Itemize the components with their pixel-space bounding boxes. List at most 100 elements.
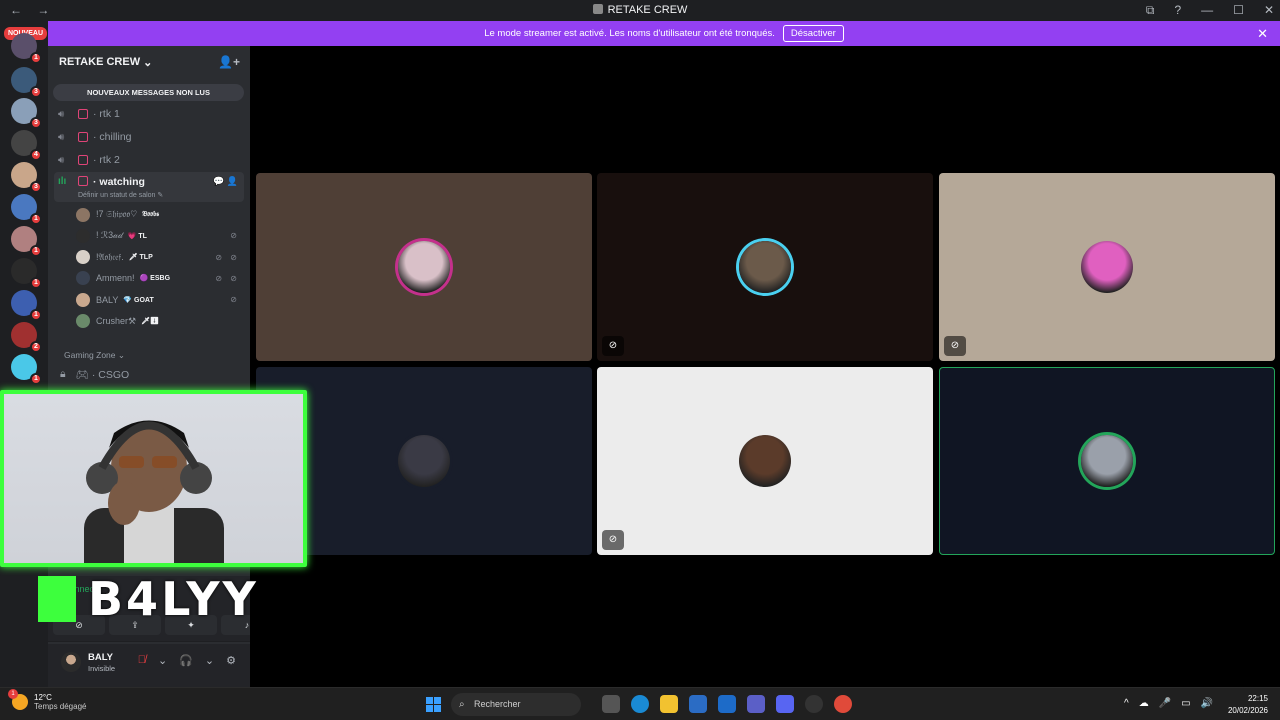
start-button[interactable]	[426, 697, 441, 712]
server-icon[interactable]: 1	[11, 258, 42, 289]
gear-icon[interactable]: ⚙	[226, 654, 236, 667]
channel-status[interactable]: Définir un statut de salon ✎	[78, 191, 163, 199]
server-icon[interactable]: 1	[11, 194, 42, 225]
participant-avatar	[1081, 435, 1133, 487]
voice-user[interactable]: Ammenn! 🟣 ESBG ⊘ ⊘	[76, 269, 240, 288]
server-icon[interactable]: 1	[11, 354, 42, 385]
user-status: Invisible	[88, 664, 116, 673]
voice-user[interactable]: !𝔄𝔬𝔥𝔠𝔢𝔣. 🗡 TLP ⊘ ⊘	[76, 248, 240, 267]
display-icon[interactable]: ▭	[1181, 698, 1190, 709]
maximize-button[interactable]: ☐	[1233, 3, 1244, 18]
store-icon[interactable]	[689, 695, 707, 713]
invite-icon[interactable]: 👤+	[218, 55, 240, 69]
mention-badge: 3	[30, 117, 42, 129]
search-placeholder: Rechercher	[474, 699, 521, 709]
participant-tile[interactable]: ⊘	[597, 367, 933, 555]
server-icon[interactable]: 1	[11, 226, 42, 257]
channel-label: chilling	[99, 131, 132, 143]
channel-watching[interactable]: ılı · watching Définir un statut de salon…	[54, 172, 244, 202]
server-icon[interactable]: 1	[11, 33, 42, 64]
voice-user-name: ! ℛ3𝒶𝒹	[96, 230, 123, 241]
channel-actions[interactable]: 💬 👤	[213, 176, 238, 187]
voice-user[interactable]: Crusher⚒ 🗡⬇	[76, 312, 240, 331]
voice-user-name: !7 𝔖𝔥𝔦𝔭𝔬𝔬♡	[96, 209, 138, 219]
voice-user-name: BALY	[96, 294, 119, 305]
channel-rtk-2[interactable]: 🔊︎ · rtk 2	[54, 150, 244, 170]
chevron-down-icon[interactable]: ⌄	[158, 654, 167, 667]
clock-date: 20/02/2026	[1227, 706, 1268, 715]
avatar	[76, 250, 90, 265]
participant-tile[interactable]: ⊘	[597, 173, 933, 361]
mention-badge: 1	[30, 213, 42, 225]
mention-badge: 3	[30, 181, 42, 193]
headset-icon[interactable]: 🎧	[179, 654, 193, 667]
clock[interactable]: 22:15 20/02/2026	[1228, 693, 1268, 717]
task-view-icon[interactable]	[602, 695, 620, 713]
voice-user-name: Ammenn!	[96, 273, 135, 284]
channel-chilling[interactable]: 🔊︎ · chilling	[54, 127, 244, 147]
mention-badge: 1	[30, 373, 42, 385]
server-icon[interactable]: 3	[11, 98, 42, 129]
mention-badge: 4	[30, 149, 42, 161]
file-explorer-icon[interactable]	[660, 695, 678, 713]
voice-user[interactable]: !7 𝔖𝔥𝔦𝔭𝔬𝔬♡ 𝔅𝔬𝔬𝔟𝔰	[76, 205, 240, 224]
voice-user-name: !𝔄𝔬𝔥𝔠𝔢𝔣.	[96, 251, 124, 262]
chevron-down-icon: ⌄	[143, 56, 153, 69]
category-gaming-zone[interactable]: Gaming Zone ⌄	[64, 350, 125, 361]
muted-icon: ⊘	[944, 336, 966, 356]
mute-deafen-icon: ⊘ ⊘	[215, 252, 240, 262]
channel-csgo[interactable]: 🔒︎ 🎮︎ · CSGO	[60, 368, 129, 381]
voice-user-tag: 🗡 TLP	[128, 254, 153, 262]
close-window-button[interactable]: ✕	[1264, 3, 1274, 18]
close-icon[interactable]: ✕	[1257, 26, 1268, 42]
help-icon[interactable]: ?	[1174, 3, 1181, 18]
mention-badge: 1	[30, 52, 42, 64]
avatar[interactable]	[61, 652, 81, 672]
app-icon[interactable]	[805, 695, 823, 713]
avatar	[76, 271, 90, 286]
discord-icon[interactable]	[776, 695, 794, 713]
participant-avatar	[739, 241, 791, 293]
onedrive-icon[interactable]: ☁	[1139, 698, 1149, 709]
mic-muted-icon[interactable]: 🎙̸	[138, 654, 146, 667]
chrome-icon[interactable]	[834, 695, 852, 713]
weather-desc: Temps dégagé	[34, 702, 87, 711]
server-name: RETAKE CREW	[59, 56, 141, 68]
participant-tile[interactable]	[939, 367, 1275, 555]
inbox-icon[interactable]: ⧉	[1146, 3, 1155, 18]
minimize-button[interactable]: —	[1201, 3, 1213, 18]
voice-user-tag: 🗡⬇	[141, 318, 159, 325]
edge-icon[interactable]	[631, 695, 649, 713]
server-icon[interactable]: 1	[11, 290, 42, 321]
server-icon[interactable]: 4	[11, 130, 42, 161]
disable-streamer-button[interactable]: Désactiver	[782, 25, 844, 42]
mention-badge: 1	[30, 309, 42, 321]
voice-user-tag: 💗 TL	[127, 232, 147, 240]
channel-rtk-1[interactable]: 🔊︎ · rtk 1	[54, 104, 244, 124]
server-icon[interactable]: 3	[11, 67, 42, 98]
weather-widget[interactable]: 1 12°C Temps dégagé	[8, 689, 87, 711]
volume-icon[interactable]: 🔊	[1201, 698, 1213, 709]
server-icon[interactable]: 3	[11, 162, 42, 193]
voice-user[interactable]: BALY 💎 GOAT ⊘	[76, 290, 240, 309]
server-header[interactable]: RETAKE CREW ⌄ 👤+	[48, 46, 250, 78]
server-icon[interactable]: 2	[11, 322, 42, 353]
participant-tile[interactable]: ⊘	[939, 173, 1275, 361]
microphone-icon[interactable]: 🎤	[1159, 698, 1171, 709]
voice-video-grid: ⊘ ⊘ ⊘	[250, 46, 1280, 687]
streamer-webcam-image	[84, 420, 224, 563]
window-controls: ⧉ ? — ☐ ✕	[1146, 3, 1274, 18]
voice-user-tag: 🟣 ESBG	[139, 275, 171, 283]
tray-chevron-icon[interactable]: ^	[1124, 698, 1129, 709]
avatar	[76, 228, 90, 243]
window-title-text: RETAKE CREW	[607, 4, 688, 16]
participant-tile[interactable]	[256, 173, 592, 361]
server-icon	[592, 4, 603, 14]
unread-messages-pill[interactable]: NOUVEAUX MESSAGES NON LUS	[53, 84, 244, 101]
teams-icon[interactable]	[747, 695, 765, 713]
title-bar: ← → RETAKE CREW ⧉ ? — ☐ ✕	[0, 0, 1280, 21]
chevron-down-icon[interactable]: ⌄	[205, 654, 214, 667]
outlook-icon[interactable]	[718, 695, 736, 713]
taskbar-search[interactable]: ⌕ Rechercher	[451, 693, 581, 716]
voice-user[interactable]: ! ℛ3𝒶𝒹 💗 TL ⊘	[76, 226, 240, 245]
